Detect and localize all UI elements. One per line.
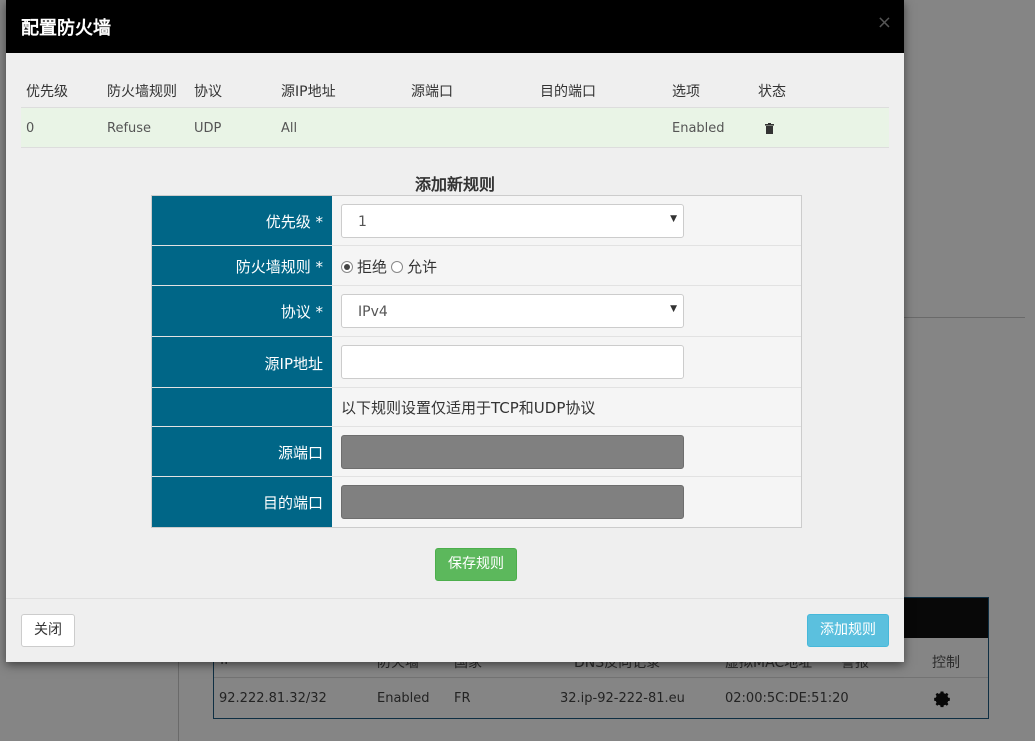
add-rule-section-title: 添加新规则 bbox=[414, 175, 495, 194]
firewall-config-modal: 配置防火墙 × 优先级 防火墙规则 协议 源IP地址 源端口 目的端口 选项 状… bbox=[6, 0, 904, 662]
table-row: 0 Refuse UDP All Enabled bbox=[21, 108, 889, 148]
add-rule-form: 优先级 * 1 ▼ 防火墙规则 * 拒绝 允许 协议 * IPv4 ▼ 源IP地… bbox=[151, 195, 802, 528]
col-source-ip: 源IP地址 bbox=[281, 84, 336, 100]
allow-radio[interactable] bbox=[391, 260, 404, 273]
rule-radio-group: 拒绝 允许 bbox=[341, 256, 437, 277]
source-port-row: 源端口 bbox=[152, 427, 801, 477]
protocol-label: 协议 * bbox=[280, 303, 323, 321]
col-option: 选项 bbox=[672, 84, 700, 100]
col-source-port: 源端口 bbox=[411, 84, 453, 100]
refuse-radio[interactable] bbox=[341, 260, 353, 273]
dest-port-input bbox=[341, 485, 684, 519]
refuse-label: 拒绝 bbox=[357, 258, 388, 276]
source-port-input bbox=[341, 435, 684, 469]
modal-title: 配置防火墙 bbox=[21, 18, 111, 39]
rule-option: Enabled bbox=[672, 121, 725, 136]
priority-select-wrap: 1 ▼ bbox=[341, 204, 684, 238]
rule-label: 防火墙规则 * bbox=[235, 258, 323, 276]
dest-port-wrap bbox=[341, 485, 684, 519]
priority-row: 优先级 * 1 ▼ bbox=[152, 196, 801, 246]
protocol-row: 协议 * IPv4 ▼ bbox=[152, 286, 801, 337]
col-rule: 防火墙规则 bbox=[107, 84, 177, 100]
add-rule-button[interactable]: 添加规则 bbox=[807, 614, 889, 647]
modal-header: 配置防火墙 × bbox=[6, 0, 904, 53]
priority-select[interactable]: 1 ▼ bbox=[341, 204, 684, 238]
rules-table-header: 优先级 防火墙规则 协议 源IP地址 源端口 目的端口 选项 状态 bbox=[21, 72, 889, 108]
col-status: 状态 bbox=[758, 84, 786, 100]
protocol-select[interactable]: IPv4 ▼ bbox=[341, 294, 684, 328]
note-row: 以下规则设置仅适用于TCP和UDP协议 bbox=[152, 388, 801, 427]
save-rule-button[interactable]: 保存规则 bbox=[435, 548, 517, 581]
source-ip-label: 源IP地址 bbox=[264, 355, 323, 373]
dest-port-label: 目的端口 bbox=[262, 494, 323, 512]
source-ip-input[interactable] bbox=[341, 345, 684, 379]
rule-action: Refuse bbox=[107, 121, 152, 136]
source-ip-row: 源IP地址 bbox=[152, 337, 801, 388]
source-port-label: 源端口 bbox=[277, 444, 323, 462]
rule-source-ip: All bbox=[281, 121, 298, 136]
trash-icon[interactable] bbox=[765, 123, 774, 134]
rule-priority: 0 bbox=[26, 121, 35, 136]
close-icon[interactable]: × bbox=[877, 12, 892, 33]
dest-port-row: 目的端口 bbox=[152, 477, 801, 527]
modal-footer: 关闭 添加规则 bbox=[6, 598, 904, 662]
close-button[interactable]: 关闭 bbox=[21, 614, 75, 647]
col-priority: 优先级 bbox=[26, 84, 68, 100]
chevron-down-icon: ▼ bbox=[670, 304, 677, 314]
source-port-wrap bbox=[341, 435, 684, 469]
col-dest-port: 目的端口 bbox=[540, 84, 596, 100]
chevron-down-icon: ▼ bbox=[670, 214, 677, 224]
tcp-udp-note: 以下规则设置仅适用于TCP和UDP协议 bbox=[341, 399, 596, 417]
rule-protocol: UDP bbox=[194, 121, 222, 136]
rules-table: 优先级 防火墙规则 协议 源IP地址 源端口 目的端口 选项 状态 0 Refu… bbox=[21, 72, 889, 148]
allow-label: 允许 bbox=[407, 258, 438, 276]
col-protocol: 协议 bbox=[194, 84, 222, 100]
rule-row: 防火墙规则 * 拒绝 允许 bbox=[152, 246, 801, 286]
protocol-select-wrap: IPv4 ▼ bbox=[341, 294, 684, 328]
priority-label: 优先级 * bbox=[265, 213, 323, 231]
source-ip-wrap bbox=[341, 345, 684, 379]
